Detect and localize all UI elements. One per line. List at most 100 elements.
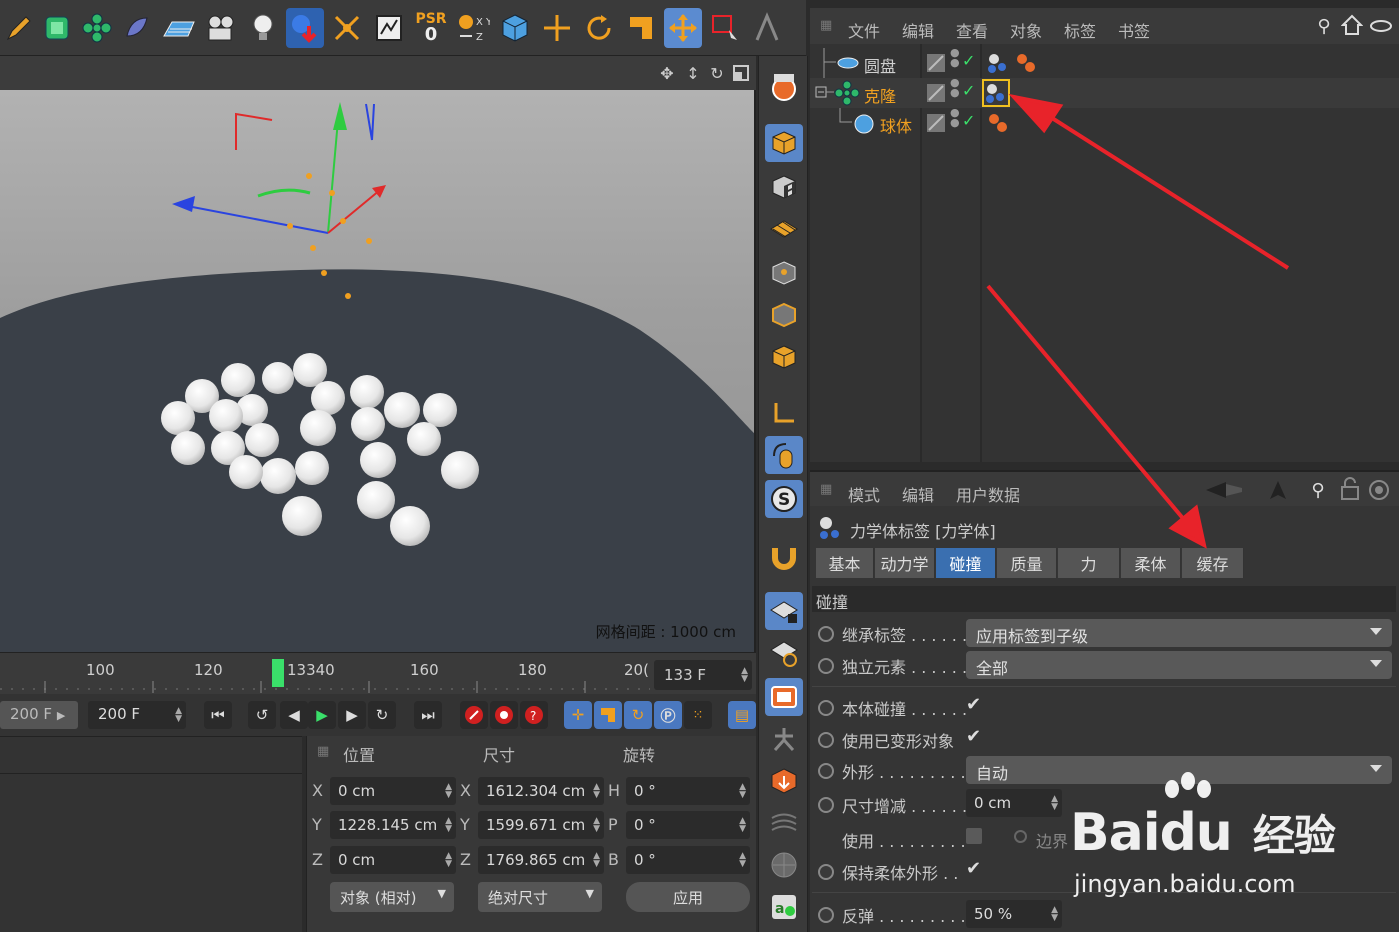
animate-radio[interactable] bbox=[818, 732, 834, 748]
edges-mode-icon[interactable] bbox=[765, 296, 803, 334]
axis-mode-icon[interactable] bbox=[765, 394, 803, 432]
timeline-ruler[interactable]: 100 120 13340 160 180 20( bbox=[0, 652, 756, 694]
use-checkbox[interactable] bbox=[966, 828, 982, 844]
polygons-mode-icon[interactable] bbox=[765, 338, 803, 376]
up-arrow-icon[interactable] bbox=[1266, 478, 1290, 502]
texture-mode-icon[interactable] bbox=[765, 168, 803, 206]
spinner-arrows-icon[interactable]: ▲ ▼ bbox=[593, 817, 600, 834]
pencil-icon[interactable] bbox=[0, 8, 38, 48]
tab-cache[interactable]: 缓存 bbox=[1182, 548, 1244, 578]
panel-grip-icon[interactable]: ▦ bbox=[820, 18, 832, 33]
move-tool-active-icon[interactable] bbox=[664, 8, 702, 48]
go-to-end-icon[interactable]: ⏭ bbox=[414, 701, 442, 729]
animate-radio[interactable] bbox=[818, 907, 834, 923]
search-icon[interactable]: ⚲ bbox=[1312, 14, 1336, 38]
tab-dynamics[interactable]: 动力学 bbox=[875, 548, 935, 578]
keyframe-selection-icon[interactable]: ? bbox=[520, 701, 548, 729]
play-icon[interactable]: ▶ bbox=[308, 701, 336, 729]
camera-icon[interactable] bbox=[202, 8, 240, 48]
spinner-arrows-icon[interactable]: ▲ ▼ bbox=[445, 783, 452, 800]
workplane-cycle-icon[interactable] bbox=[765, 634, 803, 672]
light-icon[interactable] bbox=[244, 8, 282, 48]
hair-tool-icon[interactable] bbox=[765, 804, 803, 842]
bounce-field[interactable]: 50 % ▲ ▼ bbox=[966, 900, 1062, 928]
size-mode-dropdown[interactable]: 绝对尺寸 ▼ bbox=[478, 882, 602, 912]
spinner-arrows-icon[interactable]: ▲ ▼ bbox=[593, 852, 600, 869]
snap-icon[interactable] bbox=[748, 8, 786, 48]
menu-edit[interactable]: 编辑 bbox=[902, 18, 934, 42]
position-z-field[interactable]: 0 cm ▲ ▼ bbox=[330, 846, 456, 874]
tab-collision[interactable]: 碰撞 bbox=[936, 548, 996, 578]
spinner-arrows-icon[interactable]: ▲ ▼ bbox=[445, 817, 452, 834]
menu-file[interactable]: 文件 bbox=[848, 18, 880, 42]
enabled-check-icon[interactable]: ✓ bbox=[962, 51, 975, 70]
model-mode-icon[interactable] bbox=[765, 124, 803, 162]
workplane-lock-icon[interactable] bbox=[765, 592, 803, 630]
back-arrow-icon[interactable] bbox=[1204, 478, 1244, 502]
key-position-icon[interactable]: ✛ bbox=[564, 701, 592, 729]
record-key-icon[interactable] bbox=[460, 701, 488, 729]
prev-key-icon[interactable]: ↺ bbox=[248, 701, 276, 729]
graph-icon[interactable] bbox=[370, 8, 408, 48]
tab-mass[interactable]: 质量 bbox=[997, 548, 1057, 578]
spinner-arrows-icon[interactable]: ▲ ▼ bbox=[739, 817, 746, 834]
animate-radio[interactable] bbox=[818, 797, 834, 813]
animate-radio[interactable] bbox=[818, 658, 834, 674]
scale-icon[interactable] bbox=[622, 8, 660, 48]
menu-bookmarks[interactable]: 书签 bbox=[1118, 18, 1150, 42]
visibility-dots-icon[interactable]: ● ● bbox=[950, 107, 960, 128]
material-icon[interactable] bbox=[286, 8, 324, 48]
floor-icon[interactable] bbox=[160, 8, 198, 48]
panel-grip-icon[interactable]: ▦ bbox=[317, 744, 329, 759]
panel-toggle-icon[interactable] bbox=[1368, 14, 1394, 38]
dolly-view-icon[interactable]: ↕ bbox=[682, 62, 704, 84]
lock-icon[interactable] bbox=[1338, 476, 1362, 502]
apply-button[interactable]: 应用 bbox=[626, 882, 750, 912]
orbit-view-icon[interactable]: ↻ bbox=[706, 62, 728, 84]
spinner-arrows-icon[interactable]: ▲ ▼ bbox=[741, 667, 748, 684]
rotation-p-field[interactable]: 0 ° ▲ ▼ bbox=[626, 811, 750, 839]
spinner-arrows-icon[interactable]: ▲ ▼ bbox=[1051, 795, 1058, 812]
tab-soft-body[interactable]: 柔体 bbox=[1121, 548, 1181, 578]
home-icon[interactable] bbox=[1340, 13, 1364, 37]
menu-user-data[interactable]: 用户数据 bbox=[956, 482, 1020, 506]
next-key-icon[interactable]: ↻ bbox=[368, 701, 396, 729]
cloner-icon[interactable] bbox=[78, 8, 116, 48]
keep-soft-shape-checkbox[interactable]: ✔ bbox=[966, 858, 981, 879]
tweak-mode-icon[interactable] bbox=[765, 436, 803, 474]
menu-objects[interactable]: 对象 bbox=[1010, 18, 1042, 42]
object-row-disc[interactable]: 圆盘 ● ● ✓ bbox=[810, 47, 1399, 78]
position-y-field[interactable]: 1228.145 cm ▲ ▼ bbox=[330, 811, 456, 839]
points-mode-icon[interactable] bbox=[765, 254, 803, 292]
timeline-scheme-icon[interactable]: ▤ bbox=[728, 701, 756, 729]
animate-radio[interactable] bbox=[818, 763, 834, 779]
scatter-icon[interactable] bbox=[328, 8, 366, 48]
pan-view-icon[interactable]: ✥ bbox=[656, 62, 678, 84]
enabled-check-icon[interactable]: ✓ bbox=[962, 111, 975, 130]
rotate-icon[interactable] bbox=[580, 8, 618, 48]
spinner-arrows-icon[interactable]: ▲ ▼ bbox=[739, 852, 746, 869]
position-x-field[interactable]: 0 cm ▲ ▼ bbox=[330, 777, 456, 805]
rotation-b-field[interactable]: 0 ° ▲ ▼ bbox=[626, 846, 750, 874]
deformer-icon[interactable] bbox=[118, 8, 156, 48]
sculpt-sphere-icon[interactable] bbox=[765, 846, 803, 884]
key-pla-icon[interactable]: ⁙ bbox=[684, 701, 712, 729]
section-header[interactable]: 碰撞 bbox=[812, 586, 1396, 612]
snap-s-icon[interactable]: S bbox=[765, 480, 803, 518]
menu-view[interactable]: 查看 bbox=[956, 18, 988, 42]
xyz-axis-icon[interactable]: X Y Z bbox=[454, 8, 492, 48]
end-frame-field[interactable]: 200 F ▲ ▼ bbox=[88, 701, 186, 729]
character-icon[interactable] bbox=[765, 720, 803, 758]
prev-frame-icon[interactable]: ◀ bbox=[280, 701, 308, 729]
coordinate-mode-dropdown[interactable]: 对象 (相对) ▼ bbox=[330, 882, 454, 912]
key-rotation-icon[interactable]: ↻ bbox=[624, 701, 652, 729]
move-icon[interactable] bbox=[538, 8, 576, 48]
search-icon[interactable]: ⚲ bbox=[1306, 478, 1330, 502]
psr-indicator[interactable]: PSR 0 bbox=[412, 8, 450, 48]
animate-radio[interactable] bbox=[818, 700, 834, 716]
size-y-field[interactable]: 1599.671 cm ▲ ▼ bbox=[478, 811, 604, 839]
size-x-field[interactable]: 1612.304 cm ▲ ▼ bbox=[478, 777, 604, 805]
visibility-dots-icon[interactable]: ● ● bbox=[950, 47, 960, 68]
tab-force[interactable]: 力 bbox=[1058, 548, 1120, 578]
workplane-icon[interactable] bbox=[765, 210, 803, 248]
